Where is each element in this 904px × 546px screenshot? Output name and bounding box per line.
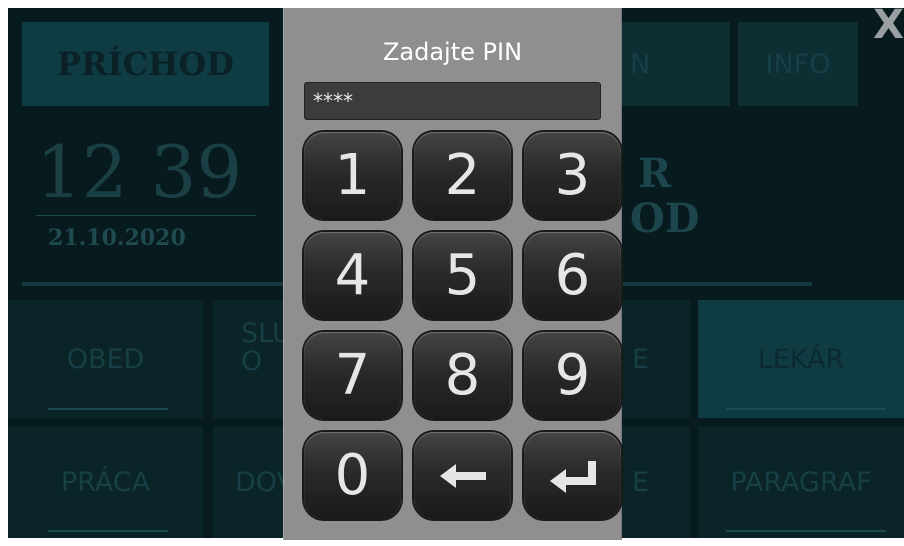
key-0[interactable]: 0: [304, 432, 401, 519]
key-5[interactable]: 5: [414, 232, 511, 319]
bg-row2-partial-label: E: [632, 466, 650, 498]
pin-input[interactable]: [304, 82, 601, 120]
doctor-label: LEKÁR: [757, 343, 845, 375]
clock-time: 12 39: [36, 130, 243, 214]
lunch-button[interactable]: OBED: [8, 300, 203, 418]
bg-row2-partial[interactable]: E: [620, 426, 690, 538]
pin-dialog: Zadajte PIN 1 2 3 4 5 6 7 8 9 0: [283, 8, 622, 540]
key-6-label: 6: [554, 243, 591, 308]
paragraph-button[interactable]: PARAGRAF: [698, 426, 904, 538]
paragraph-label: PARAGRAF: [730, 466, 872, 498]
bg-row1-partial-label: E: [632, 343, 650, 375]
key-1-label: 1: [334, 143, 371, 208]
key-6[interactable]: 6: [524, 232, 621, 319]
key-2[interactable]: 2: [414, 132, 511, 219]
close-button[interactable]: X: [873, 2, 904, 48]
key-1[interactable]: 1: [304, 132, 401, 219]
key-3-label: 3: [554, 143, 591, 208]
arrival-label: PRÍCHOD: [57, 45, 234, 83]
key-7-label: 7: [334, 343, 371, 408]
paragraph-underline: [726, 530, 886, 532]
key-4-label: 4: [334, 243, 371, 308]
arrival-button[interactable]: PRÍCHOD: [22, 22, 269, 106]
lunch-label: OBED: [66, 343, 145, 375]
pin-dialog-title: Zadajte PIN: [382, 38, 523, 66]
vacation-button[interactable]: DOV: [213, 426, 295, 538]
key-3[interactable]: 3: [524, 132, 621, 219]
key-0-label: 0: [334, 443, 371, 508]
mid-text-1: R: [638, 150, 672, 197]
key-9[interactable]: 9: [524, 332, 621, 419]
clock-divider: [36, 215, 256, 216]
key-5-label: 5: [444, 243, 481, 308]
bg-button-partial[interactable]: N: [620, 22, 730, 106]
key-9-label: 9: [554, 343, 591, 408]
key-2-label: 2: [444, 143, 481, 208]
arrow-left-icon: [439, 463, 486, 488]
lunch-underline: [48, 408, 168, 410]
backspace-key[interactable]: [414, 432, 511, 519]
key-7[interactable]: 7: [304, 332, 401, 419]
key-8[interactable]: 8: [414, 332, 511, 419]
doctor-button[interactable]: LEKÁR: [698, 300, 904, 418]
key-8-label: 8: [444, 343, 481, 408]
doctor-underline: [726, 408, 886, 410]
enter-key[interactable]: [524, 432, 621, 519]
info-button[interactable]: INFO: [738, 22, 858, 106]
work-underline: [48, 530, 168, 532]
service-button[interactable]: SLU O: [213, 300, 293, 418]
mid-text-2: OD: [630, 195, 700, 242]
bg-row1-partial[interactable]: E: [620, 300, 690, 418]
bg-button-partial-label: N: [630, 48, 651, 80]
enter-return-icon: [549, 460, 596, 493]
info-label: INFO: [765, 48, 831, 80]
clock-date: 21.10.2020: [48, 225, 186, 251]
work-button[interactable]: PRÁCA: [8, 426, 203, 538]
work-label: PRÁCA: [60, 466, 151, 498]
key-4[interactable]: 4: [304, 232, 401, 319]
